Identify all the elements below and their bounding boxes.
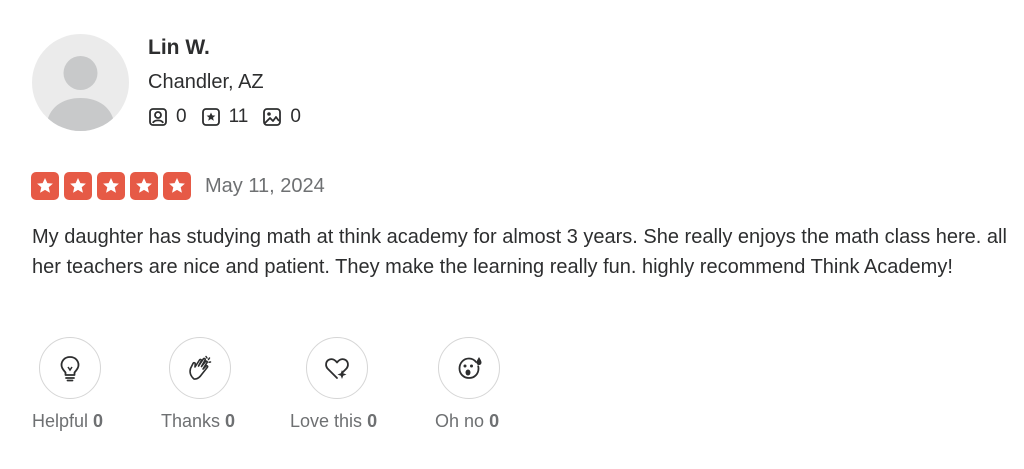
- lightbulb-icon: [60, 356, 80, 382]
- oh-no-button[interactable]: [438, 337, 500, 399]
- reviews-icon: [201, 108, 220, 126]
- love-this-count: 0: [367, 411, 378, 431]
- star-icon: [130, 172, 158, 200]
- user-name[interactable]: Lin W.: [148, 36, 210, 60]
- heart-sparkle-icon: [325, 358, 349, 379]
- user-stats: 0 11 0: [148, 106, 315, 128]
- helpful-button[interactable]: [39, 337, 101, 399]
- star-icon: [31, 172, 59, 200]
- star-icon: [163, 172, 191, 200]
- review-date: May 11, 2024: [205, 174, 325, 197]
- review-rating: May 11, 2024: [31, 172, 325, 200]
- photos-stat: 0: [262, 106, 301, 128]
- love-this-button[interactable]: [306, 337, 368, 399]
- star-icon: [64, 172, 92, 200]
- reaction-helpful[interactable]: Helpful 0: [32, 337, 103, 431]
- user-location: Chandler, AZ: [148, 71, 264, 93]
- thanks-button[interactable]: [169, 337, 231, 399]
- reviews-count: 11: [228, 106, 249, 127]
- helpful-label: Helpful 0: [32, 411, 104, 431]
- helpful-count: 0: [93, 411, 104, 431]
- photos-icon: [263, 108, 282, 126]
- reviews-stat: 11: [201, 106, 249, 128]
- star-icon: [97, 172, 125, 200]
- avatar[interactable]: [32, 34, 129, 131]
- surprised-face-icon: [458, 357, 482, 379]
- clapping-hands-icon: [189, 355, 212, 380]
- friends-count: 0: [176, 106, 187, 127]
- default-user-icon: [46, 56, 115, 131]
- photos-count: 0: [290, 106, 301, 127]
- oh-no-count: 0: [489, 411, 500, 431]
- star-rating: [31, 172, 196, 200]
- reaction-love-this[interactable]: Love this 0: [290, 337, 377, 431]
- thanks-label: Thanks 0: [161, 411, 236, 431]
- oh-no-label: Oh no 0: [435, 411, 500, 431]
- thanks-count: 0: [225, 411, 236, 431]
- review-text: My daughter has studying math at think a…: [32, 226, 1007, 278]
- love-this-label: Love this 0: [290, 411, 378, 431]
- reaction-oh-no[interactable]: Oh no 0: [435, 337, 500, 431]
- reaction-thanks[interactable]: Thanks 0: [161, 337, 235, 431]
- friends-stat: 0: [148, 106, 187, 128]
- friends-icon: [149, 108, 167, 126]
